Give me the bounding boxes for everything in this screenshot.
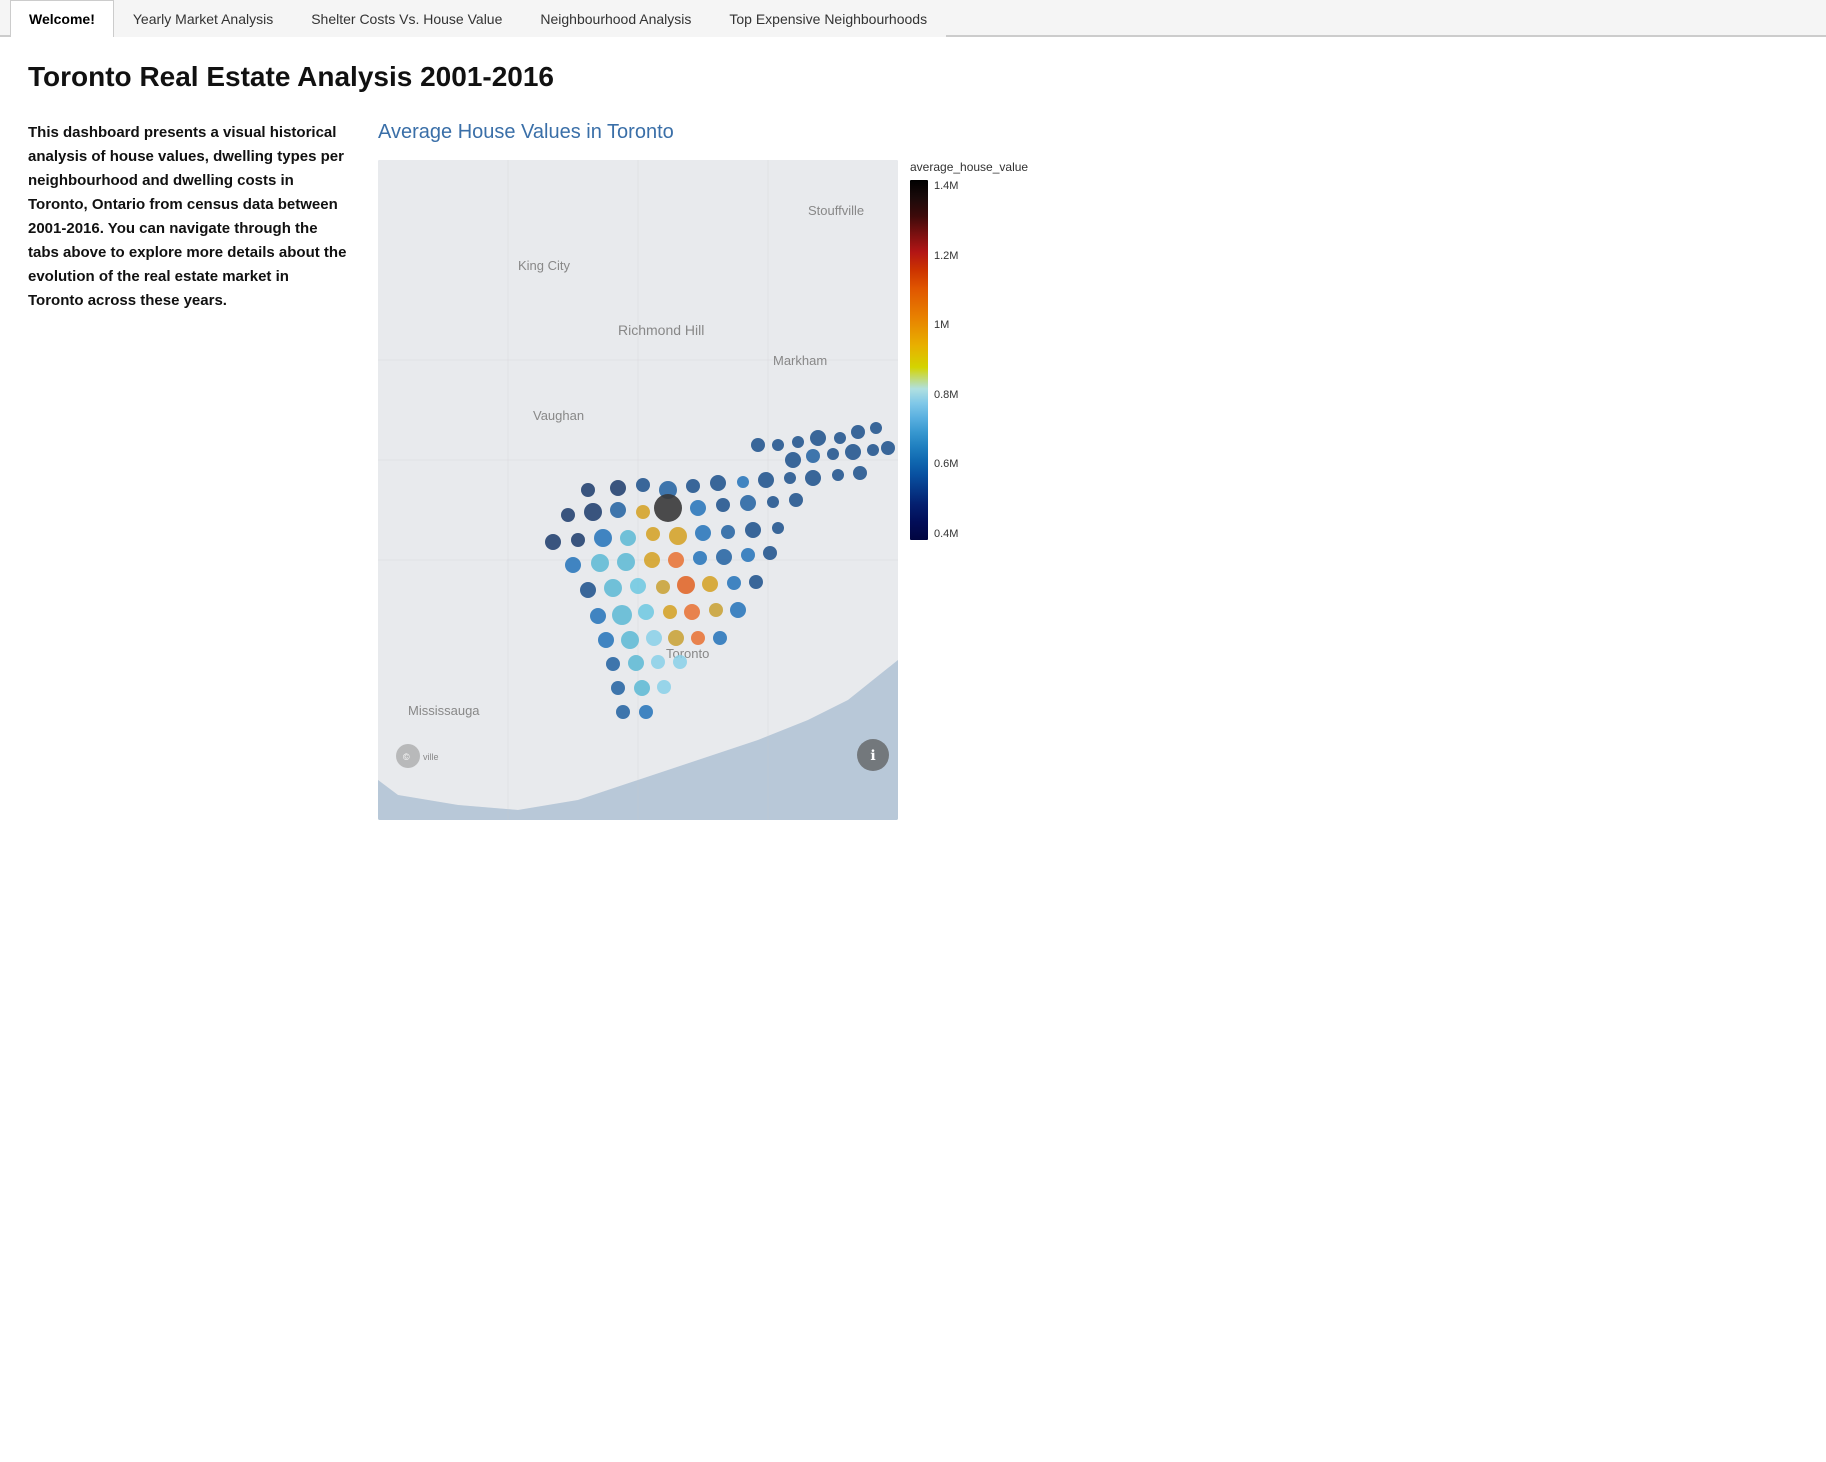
main-layout: This dashboard presents a visual histori… <box>28 121 1798 820</box>
legend-label-1-2m: 1.2M <box>934 250 958 262</box>
tab-welcome[interactable]: Welcome! <box>10 0 114 37</box>
tab-neighbourhood[interactable]: Neighbourhood Analysis <box>521 0 710 37</box>
svg-text:©: © <box>403 752 410 762</box>
map-svg: Stouffville King City Richmond Hill Mark… <box>378 160 898 820</box>
page-title: Toronto Real Estate Analysis 2001-2016 <box>28 61 1798 93</box>
tab-bar: Welcome! Yearly Market Analysis Shelter … <box>0 0 1826 37</box>
legend-labels: 1.4M 1.2M 1M 0.8M 0.6M 0.4M <box>934 180 958 540</box>
legend-title: average_house_value <box>910 160 1028 174</box>
chart-title: Average House Values in Toronto <box>378 121 1798 144</box>
legend-label-0-8m: 0.8M <box>934 389 958 401</box>
map-area[interactable]: Stouffville King City Richmond Hill Mark… <box>378 160 898 820</box>
legend: average_house_value 1.4M 1.2M 1M 0.8M 0.… <box>910 160 1028 540</box>
svg-text:Mississauga: Mississauga <box>408 703 480 718</box>
svg-text:ville: ville <box>423 752 439 762</box>
svg-text:King City: King City <box>518 258 571 273</box>
svg-text:Markham: Markham <box>773 353 827 368</box>
svg-text:Richmond Hill: Richmond Hill <box>618 322 704 338</box>
svg-text:Stouffville: Stouffville <box>808 203 864 218</box>
svg-text:Vaughan: Vaughan <box>533 408 584 423</box>
legend-label-0-6m: 0.6M <box>934 458 958 470</box>
svg-text:ℹ: ℹ <box>870 747 875 763</box>
legend-bar-wrapper: 1.4M 1.2M 1M 0.8M 0.6M 0.4M <box>910 180 958 540</box>
tab-expensive[interactable]: Top Expensive Neighbourhoods <box>710 0 946 37</box>
legend-label-0-4m: 0.4M <box>934 528 958 540</box>
description-text: This dashboard presents a visual histori… <box>28 121 348 313</box>
tab-yearly[interactable]: Yearly Market Analysis <box>114 0 292 37</box>
chart-container: Stouffville King City Richmond Hill Mark… <box>378 160 1798 820</box>
chart-section: Average House Values in Toronto <box>378 121 1798 820</box>
tab-shelter[interactable]: Shelter Costs Vs. House Value <box>292 0 521 37</box>
page-content: Toronto Real Estate Analysis 2001-2016 T… <box>0 37 1826 848</box>
legend-label-1-4m: 1.4M <box>934 180 958 192</box>
legend-color-bar <box>910 180 928 540</box>
svg-text:Toronto: Toronto <box>666 646 709 661</box>
legend-label-1m: 1M <box>934 319 958 331</box>
